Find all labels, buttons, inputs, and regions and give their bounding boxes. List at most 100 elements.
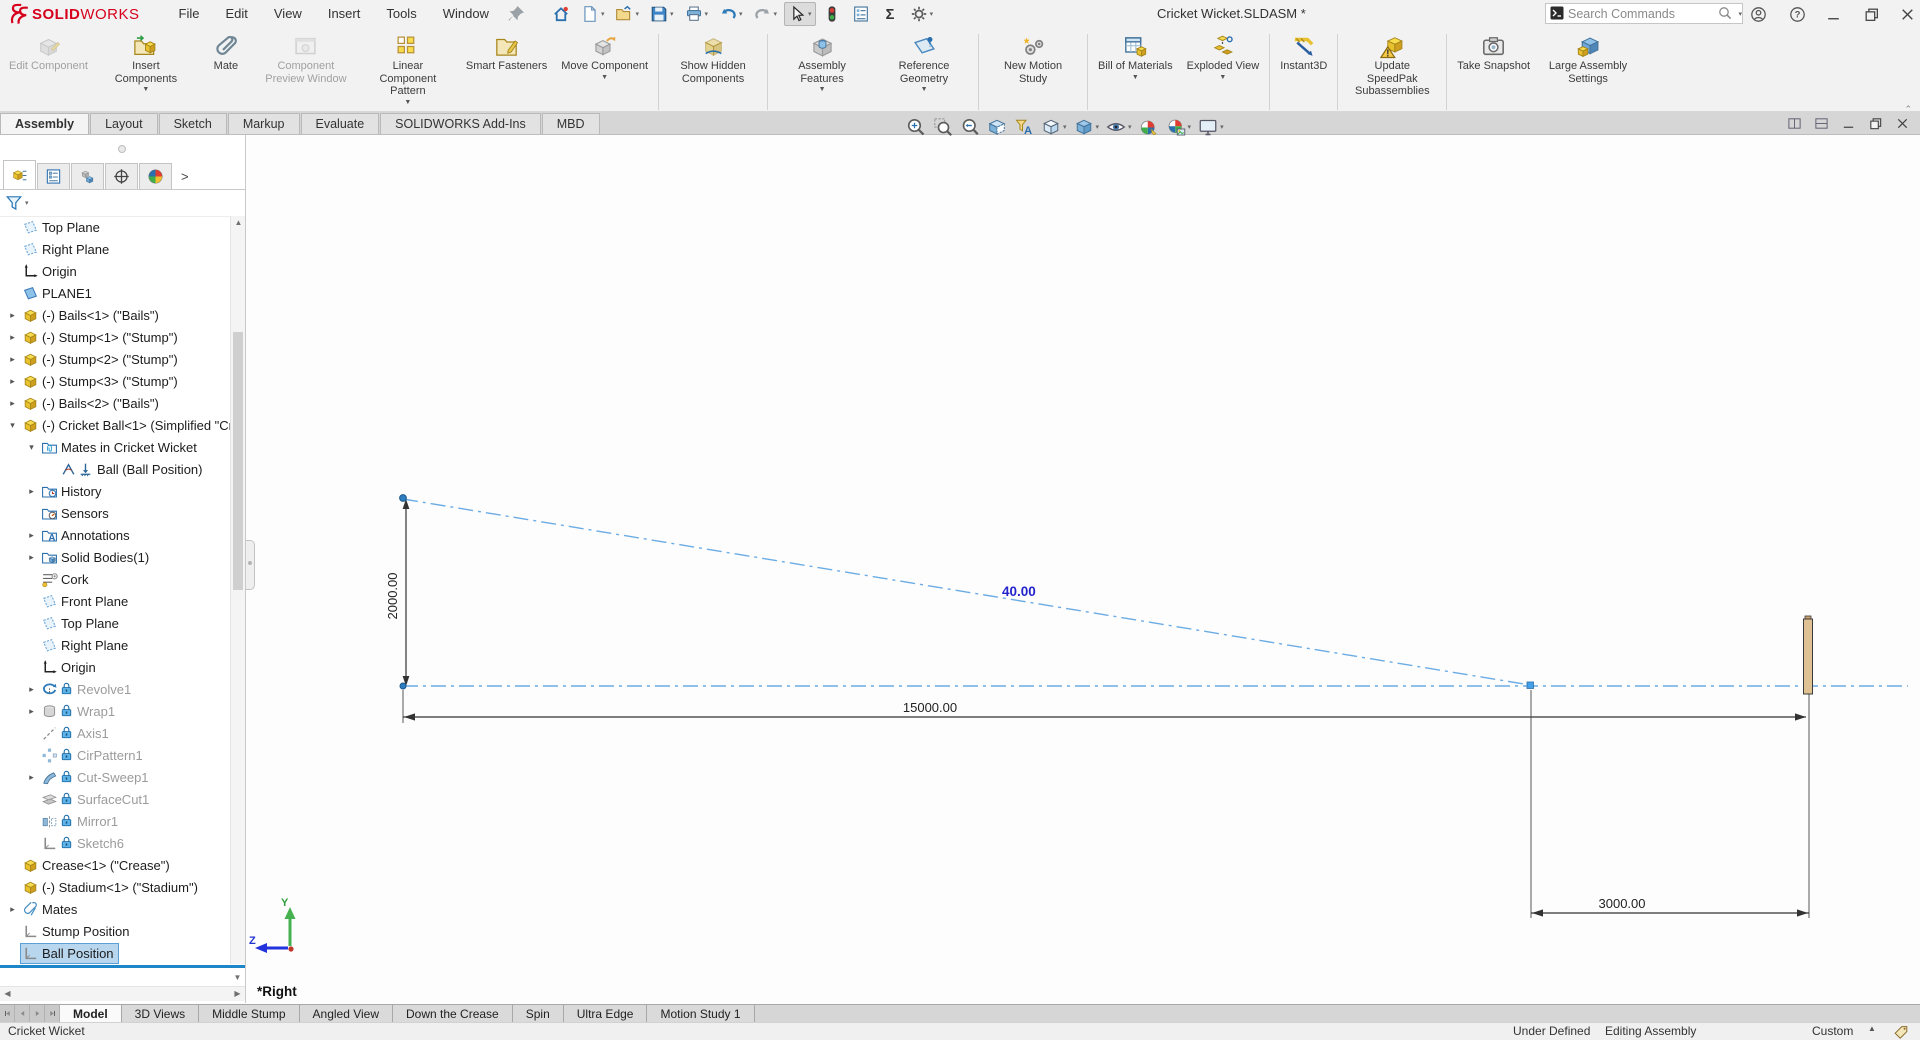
status-units[interactable]: Custom	[1812, 1024, 1853, 1038]
menu-insert[interactable]: Insert	[315, 0, 374, 28]
tree-item[interactable]: ▸History	[0, 480, 230, 502]
dropdown-icon[interactable]: ▾	[1220, 123, 1224, 131]
collapse-ribbon-icon[interactable]: ⌃	[1904, 104, 1912, 1037]
tree-item[interactable]: Front Plane	[0, 590, 230, 612]
menu-edit[interactable]: Edit	[212, 0, 260, 28]
model-tab-angled-view[interactable]: Angled View	[300, 1005, 394, 1022]
tree-item[interactable]: Right Plane	[0, 238, 230, 260]
panel-splitter[interactable]	[246, 540, 255, 590]
pin-menu-icon[interactable]	[506, 4, 526, 24]
tree-horizontal-scrollbar[interactable]: ◀ ▶	[0, 986, 245, 1001]
dropdown-icon[interactable]: ▾	[1188, 123, 1192, 131]
stump-body[interactable]	[1804, 619, 1813, 694]
graphics-area[interactable]: 2000.00 40.00 15000.00 3000.00	[0, 135, 1920, 1004]
expand-arrow-icon[interactable]: ▸	[24, 706, 39, 717]
menu-window[interactable]: Window	[430, 0, 502, 28]
tree-item[interactable]: ▸Revolve1	[0, 678, 230, 700]
panel-tab-propertymanager[interactable]	[37, 163, 70, 189]
dropdown-icon[interactable]: ▼	[404, 99, 411, 106]
dropdown-icon[interactable]: ▾	[705, 10, 709, 18]
zoom-to-fit-button[interactable]	[903, 115, 929, 139]
model-tab-motion-study-1[interactable]: Motion Study 1	[647, 1005, 754, 1022]
home-button[interactable]	[548, 2, 574, 26]
rollback-bar[interactable]	[0, 965, 245, 968]
equations-button[interactable]: Σ	[877, 2, 903, 26]
tree-item[interactable]: Top Plane	[0, 612, 230, 634]
show-hidden-components-button[interactable]: Show Hidden Components	[662, 33, 764, 86]
split-pane-horizontal-icon[interactable]	[1814, 115, 1829, 130]
rebuild-button[interactable]	[819, 2, 845, 26]
doc-restore-icon[interactable]	[1868, 115, 1883, 130]
assembly-features-button[interactable]: Assembly Features▼	[771, 33, 873, 94]
tab-markup[interactable]: Markup	[228, 113, 300, 134]
scroll-up-icon[interactable]: ▲	[231, 216, 246, 230]
units-dropdown-icon[interactable]: ▲	[1868, 1024, 1876, 1033]
section-view-button[interactable]	[984, 115, 1010, 139]
tree-item[interactable]: Stump Position	[0, 920, 230, 942]
previous-view-button[interactable]	[957, 115, 983, 139]
expand-arrow-icon[interactable]: ▸	[5, 332, 20, 343]
filter-dropdown-icon[interactable]: ▾	[25, 199, 29, 207]
tree-item[interactable]: ▾(-) Cricket Ball<1> (Simplified "Cr	[0, 414, 230, 436]
tab-scroll-last-button[interactable]	[45, 1005, 60, 1022]
redo-button[interactable]: ▾	[750, 2, 782, 26]
file-properties-button[interactable]	[848, 2, 874, 26]
save-button[interactable]: ▾	[646, 2, 678, 26]
tree-item[interactable]: Crease<1> ("Crease")	[0, 854, 230, 876]
dimension-height[interactable]: 2000.00	[385, 573, 400, 620]
collapse-arrow-icon[interactable]: ▾	[5, 420, 20, 431]
tree-item[interactable]: ▸(-) Bails<1> ("Bails")	[0, 304, 230, 326]
expand-arrow-icon[interactable]: ▸	[24, 772, 39, 783]
tree-item[interactable]: Mirror1	[0, 810, 230, 832]
dropdown-icon[interactable]: ▾	[670, 10, 674, 18]
tab-assembly[interactable]: Assembly	[0, 113, 89, 134]
expand-arrow-icon[interactable]: ▸	[24, 530, 39, 541]
tree-item[interactable]: ▸Solid Bodies(1)	[0, 546, 230, 568]
dropdown-icon[interactable]: ▾	[601, 10, 605, 18]
dimension-angle[interactable]: 40.00	[1002, 584, 1036, 599]
dropdown-icon[interactable]: ▾	[739, 10, 743, 18]
tree-item[interactable]: (-) Stadium<1> ("Stadium")	[0, 876, 230, 898]
dropdown-icon[interactable]: ▾	[774, 10, 778, 18]
options-button[interactable]: ▾	[906, 2, 938, 26]
sketch-point-release[interactable]	[400, 495, 407, 502]
expand-arrow-icon[interactable]: ▸	[5, 904, 20, 915]
dropdown-icon[interactable]: ▾	[930, 10, 934, 18]
tab-mbd[interactable]: MBD	[542, 113, 600, 134]
dropdown-icon[interactable]: ▼	[1219, 74, 1226, 81]
model-tab-middle-stump[interactable]: Middle Stump	[199, 1005, 299, 1022]
dropdown-icon[interactable]: ▼	[601, 74, 608, 81]
scroll-down-icon[interactable]: ▼	[230, 971, 245, 985]
dropdown-icon[interactable]: ▾	[635, 10, 639, 18]
model-tab-model[interactable]: Model	[60, 1005, 122, 1022]
tree-item[interactable]: Ball Position	[0, 942, 230, 964]
reference-geometry-button[interactable]: Reference Geometry▼	[873, 33, 975, 94]
panel-tab-displaymanager[interactable]	[139, 163, 172, 189]
tree-item[interactable]: SurfaceCut1	[0, 788, 230, 810]
panel-tab-configurationmanager[interactable]	[71, 163, 104, 189]
menu-view[interactable]: View	[261, 0, 315, 28]
account-button[interactable]	[1745, 2, 1771, 26]
dropdown-icon[interactable]: ▾	[808, 10, 812, 18]
exploded-view-button[interactable]: Exploded View▼	[1180, 33, 1267, 82]
tree-item[interactable]: Ball (Ball Position)	[0, 458, 230, 480]
expand-arrow-icon[interactable]: ▸	[24, 684, 39, 695]
model-tab-3d-views[interactable]: 3D Views	[122, 1005, 199, 1022]
move-component-button[interactable]: Move Component▼	[554, 33, 655, 82]
sketch-viewport[interactable]: 2000.00 40.00 15000.00 3000.00	[0, 135, 1920, 1004]
tree-vertical-scrollbar[interactable]: ▲	[230, 216, 245, 964]
large-assembly-settings-button[interactable]: Large Assembly Settings	[1537, 33, 1639, 86]
close-button[interactable]	[1894, 2, 1920, 26]
mate-button[interactable]: Mate	[197, 33, 255, 74]
tree-item[interactable]: ▸(-) Stump<2> ("Stump")	[0, 348, 230, 370]
tab-scroll-next-button[interactable]	[30, 1005, 45, 1022]
expand-arrow-icon[interactable]: ▸	[5, 354, 20, 365]
select-button[interactable]: ▾	[784, 2, 816, 26]
tab-sketch[interactable]: Sketch	[159, 113, 227, 134]
dimension-length[interactable]: 15000.00	[903, 700, 957, 715]
zoom-to-area-button[interactable]	[930, 115, 956, 139]
view-settings-button[interactable]: ▾	[1195, 115, 1227, 139]
tab-layout[interactable]: Layout	[90, 113, 158, 134]
tab-evaluate[interactable]: Evaluate	[301, 113, 380, 134]
insert-components-button[interactable]: Insert Components▼	[95, 33, 197, 94]
